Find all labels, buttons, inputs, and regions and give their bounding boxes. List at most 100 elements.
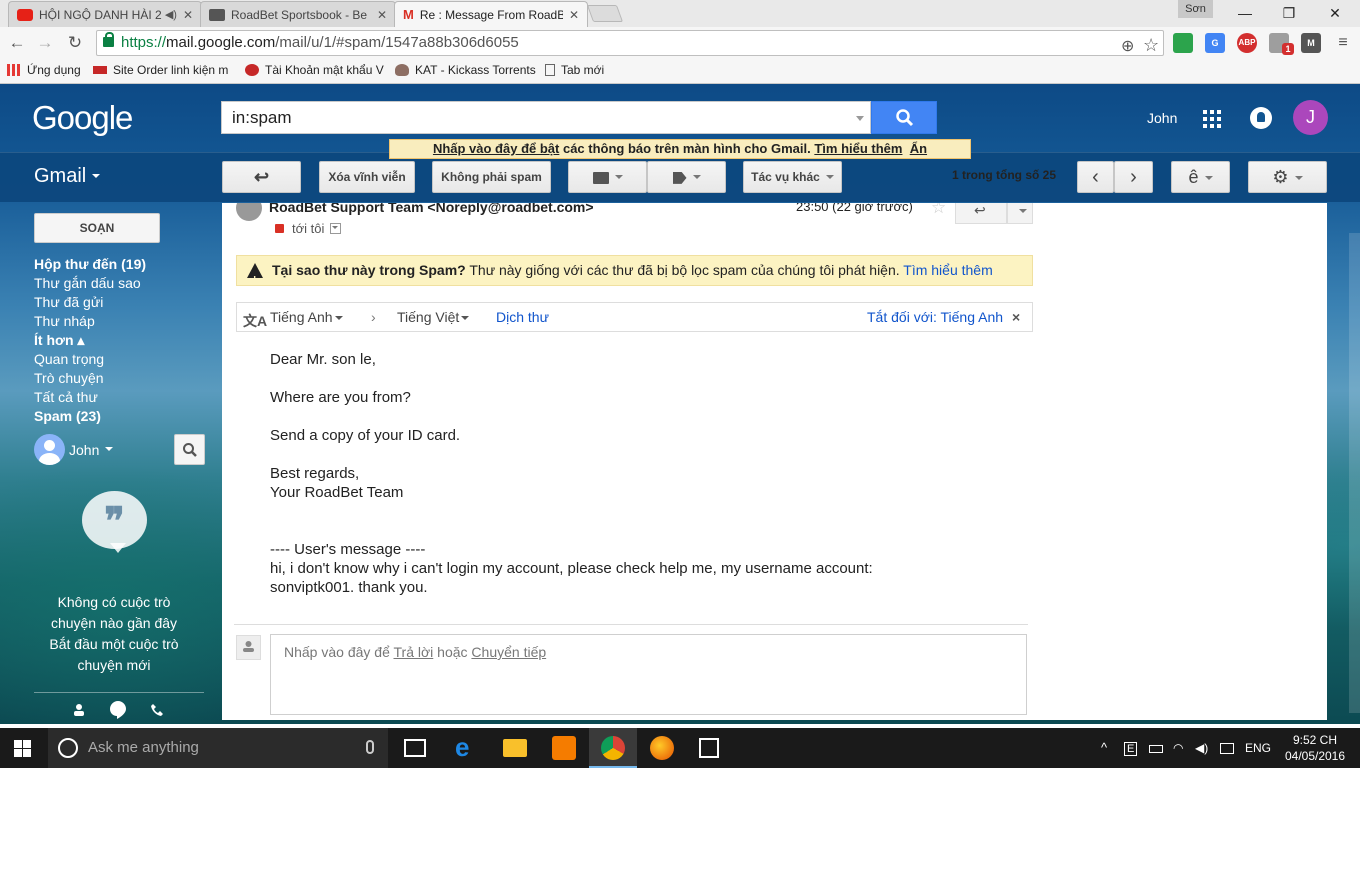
target-language-select[interactable]: Tiếng Việt: [397, 303, 470, 331]
extension-green-icon[interactable]: [1173, 33, 1193, 53]
labels-button[interactable]: [647, 161, 726, 193]
google-logo[interactable]: Google: [32, 99, 133, 137]
reply-button[interactable]: ↩: [955, 203, 1007, 224]
google-apps-icon[interactable]: [1203, 110, 1221, 128]
translate-message-link[interactable]: Dịch thư: [496, 303, 549, 331]
microphone-icon[interactable]: [366, 740, 374, 754]
nav-starred[interactable]: Thư gắn dấu sao: [34, 274, 146, 293]
start-chat-link[interactable]: Bắt đầu một cuộc trò chuyện mới: [34, 634, 194, 676]
forward-link[interactable]: Chuyển tiếp: [471, 644, 546, 660]
spam-learn-more-link[interactable]: Tìm hiểu thêm: [903, 262, 992, 278]
nav-drafts[interactable]: Thư nháp: [34, 312, 146, 331]
close-tab-icon[interactable]: ✕: [377, 8, 387, 22]
cortana-search-input[interactable]: Ask me anything: [48, 728, 388, 768]
not-spam-button[interactable]: Không phải spam: [432, 161, 551, 193]
minimize-button[interactable]: —: [1222, 0, 1268, 26]
close-tab-icon[interactable]: ✕: [569, 8, 579, 22]
close-tab-icon[interactable]: ✕: [183, 8, 193, 22]
wifi-icon[interactable]: ◠: [1173, 728, 1183, 768]
search-input[interactable]: in:spam: [221, 101, 871, 134]
nav-important[interactable]: Quan trọng: [34, 350, 146, 369]
nav-inbox[interactable]: Hộp thư đến (19): [34, 255, 146, 274]
search-options-icon[interactable]: [856, 116, 864, 125]
notifications-icon[interactable]: [1250, 107, 1272, 129]
newer-button[interactable]: ‹: [1077, 161, 1114, 193]
ime-icon[interactable]: E: [1124, 728, 1138, 769]
language-indicator[interactable]: ENG: [1245, 728, 1271, 768]
more-actions-button[interactable]: Tác vụ khác: [743, 161, 842, 193]
bookmark-site-order[interactable]: Site Order linh kiện m: [93, 63, 228, 77]
settings-button[interactable]: ⚙: [1248, 161, 1327, 193]
delete-forever-button[interactable]: Xóa vĩnh viễn: [319, 161, 415, 193]
bookmark-apps[interactable]: Ứng dụng: [7, 63, 81, 77]
zoom-icon[interactable]: ⊕: [1121, 35, 1134, 59]
reply-link[interactable]: Trả lời: [394, 644, 434, 660]
store-icon[interactable]: [699, 738, 719, 758]
compose-button[interactable]: SOẠN: [34, 213, 160, 243]
edge-icon[interactable]: e: [455, 734, 479, 760]
tab-roadbet[interactable]: RoadBet Sportsbook - Be ✕: [200, 1, 396, 27]
back-to-spam-button[interactable]: ↩: [222, 161, 301, 193]
reload-icon[interactable]: ↻: [64, 32, 86, 54]
nav-less[interactable]: Ít hơn ▴: [34, 331, 146, 350]
nav-all-mail[interactable]: Tất cả thư: [34, 388, 146, 407]
show-details-icon[interactable]: [330, 223, 342, 234]
address-bar[interactable]: https://mail.google.com/mail/u/1/#spam/1…: [96, 30, 1164, 56]
close-icon[interactable]: ×: [1012, 303, 1020, 331]
sender-name[interactable]: RoadBet Support Team <Noreply@roadbet.co…: [269, 203, 594, 215]
file-explorer-icon[interactable]: [503, 739, 527, 757]
bookmark-tai-khoan[interactable]: Tài Khoản mật khẩu V: [245, 63, 384, 77]
phone-icon[interactable]: [150, 703, 166, 717]
extension-m-icon[interactable]: M: [1301, 33, 1321, 53]
nav-sent[interactable]: Thư đã gửi: [34, 293, 146, 312]
chat-search-button[interactable]: [174, 434, 205, 465]
translate-extension-icon[interactable]: G: [1205, 33, 1225, 53]
forward-icon[interactable]: →: [34, 32, 56, 54]
task-view-icon[interactable]: [404, 739, 426, 757]
hide-notice-link[interactable]: Ẩn: [910, 141, 927, 156]
source-language-select[interactable]: Tiếng Anh: [270, 303, 343, 331]
new-tab-button[interactable]: [586, 5, 624, 22]
reply-box[interactable]: Nhấp vào đây để Trả lời hoặc Chuyển tiếp: [270, 634, 1027, 715]
enable-notifications-link[interactable]: Nhấp vào đây để bật: [433, 141, 559, 156]
message-more-button[interactable]: [1007, 203, 1033, 224]
battery-icon[interactable]: [1149, 728, 1163, 768]
tab-youtube[interactable]: HỘI NGỘ DANH HÀI 2 ◀) ✕: [8, 1, 202, 27]
close-window-button[interactable]: ✕: [1312, 0, 1358, 26]
move-to-button[interactable]: [568, 161, 647, 193]
learn-more-link[interactable]: Tìm hiểu thêm: [814, 141, 902, 156]
star-icon[interactable]: ☆: [1143, 33, 1159, 57]
system-clock[interactable]: 9:52 CH 04/05/2016: [1282, 732, 1348, 764]
chat-status[interactable]: John: [34, 434, 114, 465]
hangouts-tab-icon[interactable]: [110, 701, 126, 719]
chrome-icon[interactable]: [601, 736, 625, 760]
bookmark-kat[interactable]: KAT - Kickass Torrents: [395, 63, 536, 77]
restore-button[interactable]: ❐: [1266, 0, 1312, 26]
chrome-menu-icon[interactable]: ≡: [1332, 32, 1354, 54]
chevron-left-icon: ‹: [1092, 166, 1099, 188]
volume-icon[interactable]: ◀): [1195, 728, 1208, 768]
input-tools-button[interactable]: ê: [1171, 161, 1230, 193]
older-button[interactable]: ›: [1114, 161, 1153, 193]
nav-chats[interactable]: Trò chuyện: [34, 369, 146, 388]
account-name[interactable]: John: [1147, 110, 1177, 126]
nav-spam[interactable]: Spam (23): [34, 407, 146, 426]
gmail-menu[interactable]: Gmail: [34, 165, 101, 188]
media-app-icon[interactable]: [552, 736, 576, 760]
adblock-icon[interactable]: ABP: [1237, 33, 1257, 53]
windows-start-icon[interactable]: [14, 740, 31, 757]
search-button[interactable]: [871, 101, 937, 134]
account-avatar[interactable]: J: [1293, 100, 1328, 135]
back-icon[interactable]: ←: [6, 32, 28, 54]
show-hidden-icons[interactable]: ^: [1101, 728, 1107, 768]
taskbar: Ask me anything e ^ E ◠ ◀) ENG 9:52 CH 0…: [0, 728, 1360, 768]
star-icon[interactable]: ☆: [931, 203, 946, 218]
contacts-icon[interactable]: [72, 703, 88, 717]
tab-gmail[interactable]: M Re : Message From RoadB ✕: [394, 1, 588, 27]
turn-off-translate-link[interactable]: Tắt đối với: Tiếng Anh: [867, 303, 1003, 331]
bookmark-new-tab[interactable]: Tab mới: [545, 63, 604, 77]
firefox-icon[interactable]: [650, 736, 674, 760]
scrollbar[interactable]: [1349, 233, 1360, 713]
profile-label[interactable]: Sơn: [1178, 0, 1213, 18]
action-center-icon[interactable]: [1220, 728, 1234, 768]
